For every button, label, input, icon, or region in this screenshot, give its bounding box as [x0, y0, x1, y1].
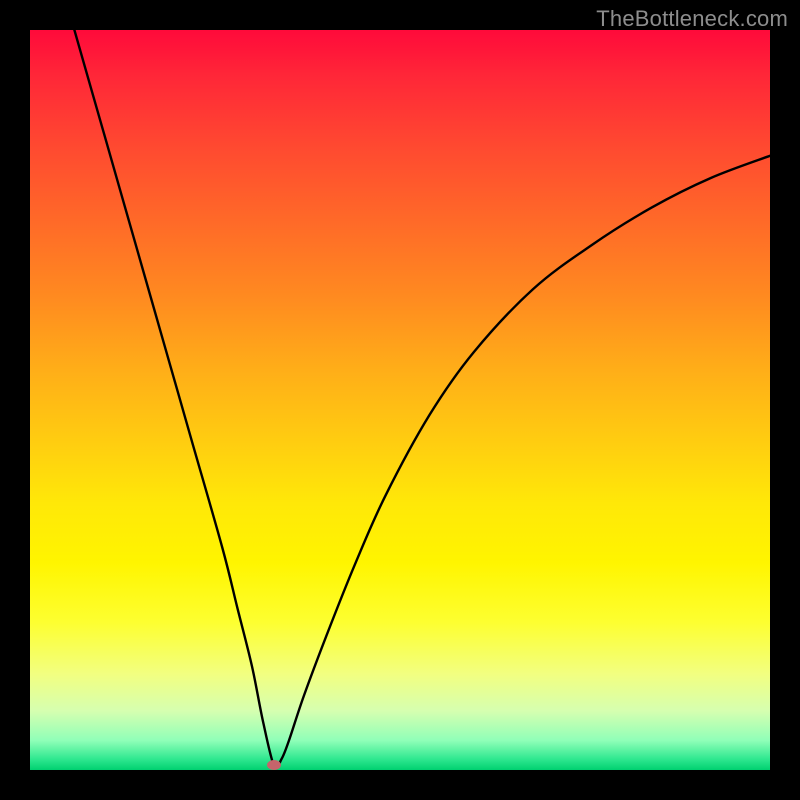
bottleneck-curve	[30, 30, 770, 770]
plot-area	[30, 30, 770, 770]
chart-frame: TheBottleneck.com	[0, 0, 800, 800]
watermark-text: TheBottleneck.com	[596, 6, 788, 32]
minimum-marker-icon	[267, 760, 281, 770]
